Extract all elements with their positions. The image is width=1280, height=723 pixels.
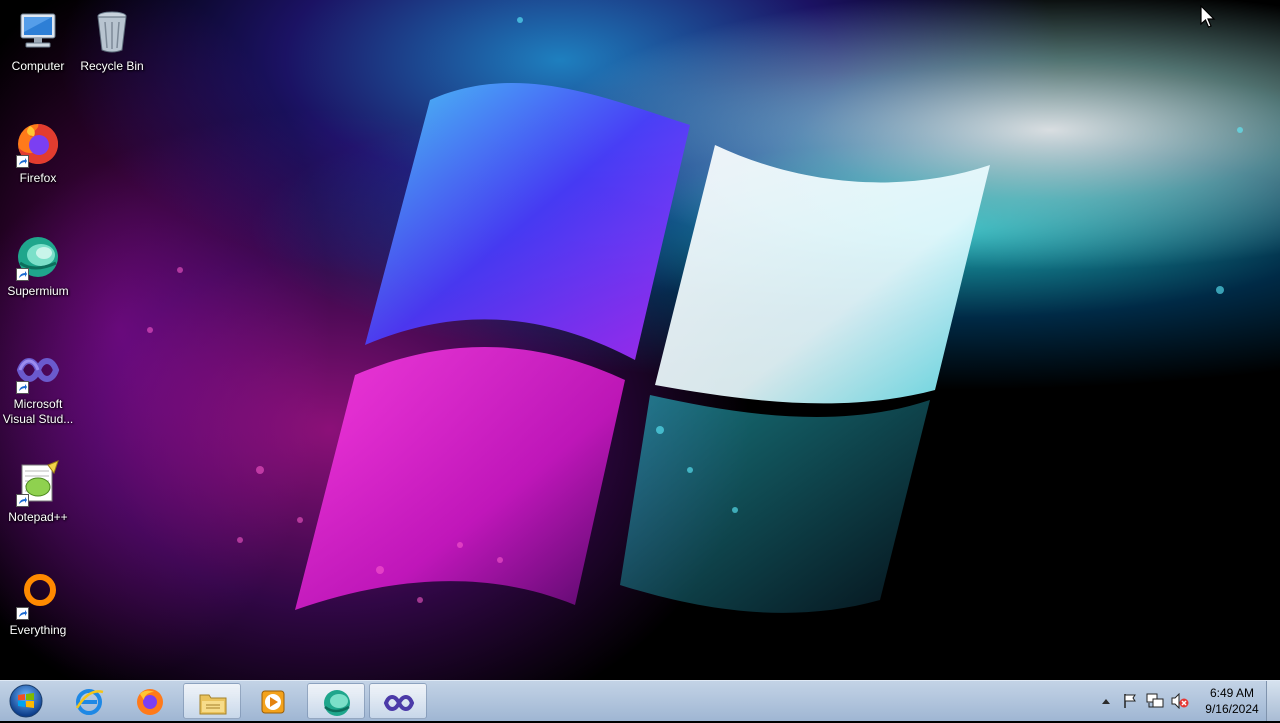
visual-studio-icon [14,346,62,394]
desktop-icon-visual-studio[interactable]: Microsoft Visual Stud... [0,346,76,427]
desktop-icon-label: Recycle Bin [80,59,144,73]
taskbar-supermium-button[interactable] [307,683,365,719]
windows-start-orb-icon [9,684,43,718]
shortcut-arrow-icon [16,268,29,281]
desktop-icon-label: Microsoft Visual Stud... [2,397,74,426]
network-icon[interactable] [1146,693,1164,709]
supermium-icon [324,690,350,716]
desktop-icon-notepad-plus-plus[interactable]: Notepad++ [0,459,76,525]
recycle-bin-icon [88,8,136,56]
media-player-icon [261,690,285,714]
visual-studio-icon [383,695,415,711]
desktop-icon-everything[interactable]: Everything [0,572,76,638]
taskbar-visual-studio-button[interactable] [369,683,427,719]
desktop-icon-label: Notepad++ [8,510,68,524]
taskbar-media-player-button[interactable] [244,683,302,719]
show-desktop-button[interactable] [1266,681,1280,721]
firefox-icon [14,120,62,168]
desktop[interactable]: Computer Recycle Bin Firefox Supermium M… [0,0,1280,680]
mouse-cursor-icon [1200,5,1216,28]
desktop-icon-computer[interactable]: Computer [0,8,76,74]
show-hidden-icons-icon[interactable] [1100,693,1112,709]
start-button[interactable] [6,684,46,718]
firefox-icon [137,689,163,715]
taskbar-file-explorer-button[interactable] [183,683,241,719]
shortcut-arrow-icon [16,381,29,394]
taskbar: 6:49 AM 9/16/2024 [0,680,1280,721]
supermium-icon [14,233,62,281]
clock-date: 9/16/2024 [1205,702,1259,716]
volume-muted-icon[interactable] [1171,693,1189,709]
desktop-icon-label: Supermium [7,284,69,298]
desktop-icon-label: Computer [11,59,65,73]
shortcut-arrow-icon [16,494,29,507]
shortcut-arrow-icon [16,155,29,168]
desktop-icon-firefox[interactable]: Firefox [0,120,76,186]
desktop-icon-label: Firefox [19,171,57,185]
taskbar-clock[interactable]: 6:49 AM 9/16/2024 [1196,685,1268,717]
desktop-icon-supermium[interactable]: Supermium [0,233,76,299]
file-explorer-icon [199,694,227,715]
internet-explorer-icon [75,689,104,715]
desktop-icon-recycle-bin[interactable]: Recycle Bin [74,8,150,74]
computer-icon [14,8,62,56]
everything-search-icon [14,572,62,620]
taskbar-internet-explorer-button[interactable] [60,683,118,719]
shortcut-arrow-icon [16,607,29,620]
taskbar-firefox-button[interactable] [121,683,179,719]
action-center-flag-icon[interactable] [1122,693,1138,709]
notepad-plus-plus-icon [14,459,62,507]
clock-time: 6:49 AM [1209,686,1255,700]
windows-logo-wallpaper [147,17,1243,613]
desktop-icon-label: Everything [9,623,67,637]
